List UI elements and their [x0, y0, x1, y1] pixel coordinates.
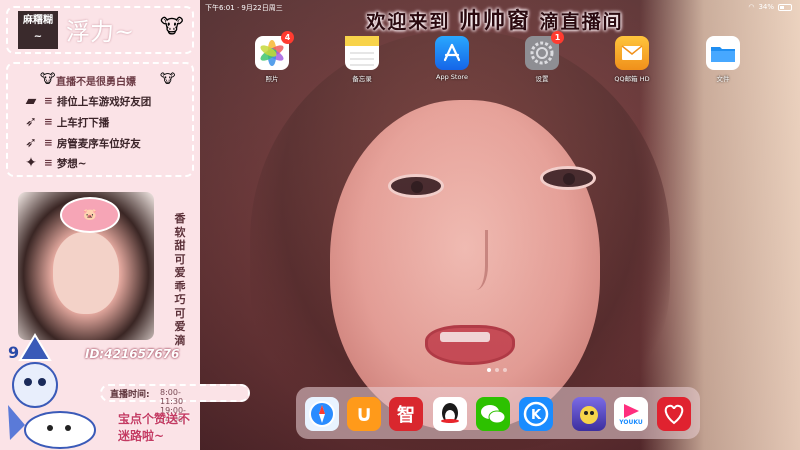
youku-icon[interactable]: YOUKU	[614, 397, 648, 431]
cow-icon: 🐮	[40, 72, 56, 87]
list-item: ➶ ≡ 房管麦序车位好友	[22, 135, 141, 151]
like-prompt: 宝点个赞送不迷路啦~	[118, 412, 191, 443]
mail-icon	[615, 36, 649, 70]
kugou-icon[interactable]: K	[519, 397, 553, 431]
app-appstore[interactable]: App Store	[422, 36, 482, 81]
gold-bar-icon: ▰	[25, 93, 37, 109]
app-label: App Store	[436, 73, 468, 81]
list-item: ✦ ≡ 梦想~	[22, 155, 87, 171]
live-stream-frame: 下午6:01 · 9月22日周三 ◠ 34% 欢迎来到 帅帅窗 滴直播间 4 照…	[0, 0, 800, 450]
app-label: 设置	[535, 75, 549, 83]
qq-icon[interactable]	[433, 397, 467, 431]
banner-part-1: 欢迎来到	[366, 11, 451, 33]
cow-icon: 🐮	[160, 72, 176, 87]
status-time: 下午6:01 · 9月22日周三	[205, 4, 283, 12]
settings-badge: 1	[551, 31, 564, 44]
photos-badge: 4	[281, 31, 294, 44]
ucloud-icon[interactable]: ∪	[347, 397, 381, 431]
status-right: ◠ 34%	[748, 3, 792, 11]
list-item: ➶ ≡ 上车打下播	[22, 114, 109, 130]
wechat-icon[interactable]	[476, 397, 510, 431]
star-icon: ✦	[25, 155, 37, 171]
schedule-label: 直播时间:	[110, 390, 150, 400]
app-notes[interactable]: 备忘录	[332, 36, 392, 83]
app-photos[interactable]: 4 照片	[242, 31, 302, 83]
notes-icon	[345, 36, 379, 70]
settings-icon: 1	[525, 31, 564, 70]
welcome-banner: 欢迎来到 帅帅窗 滴直播间	[345, 3, 645, 34]
appstore-icon	[435, 36, 469, 70]
mascot-sticker: 9	[8, 333, 96, 449]
panel-title: 浮力~	[66, 18, 135, 46]
pig-ears-filter: 🐷	[60, 197, 120, 233]
stream-info-panel: 麻糬糊 ~ 浮力~ 🐮 🐮 直播不是很勇白嫖 🐮 ▰ ≡ 排位上车游戏好友团 ➶ ≡…	[0, 0, 250, 450]
battery-icon	[778, 3, 792, 11]
app-label: QQ邮箱 HD	[614, 75, 650, 83]
app-settings[interactable]: 1 设置	[512, 31, 572, 83]
pinduoduo-icon[interactable]	[657, 397, 691, 431]
rocket-icon: ➶	[25, 114, 37, 130]
safari-icon[interactable]	[305, 397, 339, 431]
list-item: ▰ ≡ 排位上车游戏好友团	[22, 93, 152, 109]
app-label: 照片	[265, 75, 279, 83]
banner-part-3: 滴直播间	[539, 11, 624, 33]
streamer-tag: 麻糬糊 ~	[18, 11, 58, 49]
app-label: 文件	[716, 75, 730, 83]
photos-icon: 4	[255, 31, 294, 70]
page-indicator[interactable]	[487, 368, 507, 372]
streamer-camera-preview: 🐷	[18, 192, 154, 340]
files-icon	[706, 36, 740, 70]
notice-title: 直播不是很勇白嫖	[56, 77, 136, 88]
rocket-icon: ➶	[25, 135, 37, 151]
battery-percent: 34%	[758, 3, 774, 11]
svg-text:9: 9	[8, 343, 19, 362]
banner-part-2: 帅帅窗	[458, 8, 531, 34]
svg-text:K: K	[531, 408, 542, 423]
wifi-icon: ◠	[748, 3, 755, 11]
app-files[interactable]: 文件	[693, 36, 753, 83]
cow-icon: 🐮	[160, 14, 184, 38]
camera-face	[53, 232, 119, 314]
game-icon[interactable]	[572, 397, 606, 431]
app-qqmail[interactable]: QQ邮箱 HD	[602, 36, 662, 83]
zhi-icon[interactable]: 智	[389, 397, 423, 431]
vertical-slogan: 香软甜可爱乖巧可爱滴	[174, 212, 186, 347]
app-label: 备忘录	[352, 75, 372, 83]
